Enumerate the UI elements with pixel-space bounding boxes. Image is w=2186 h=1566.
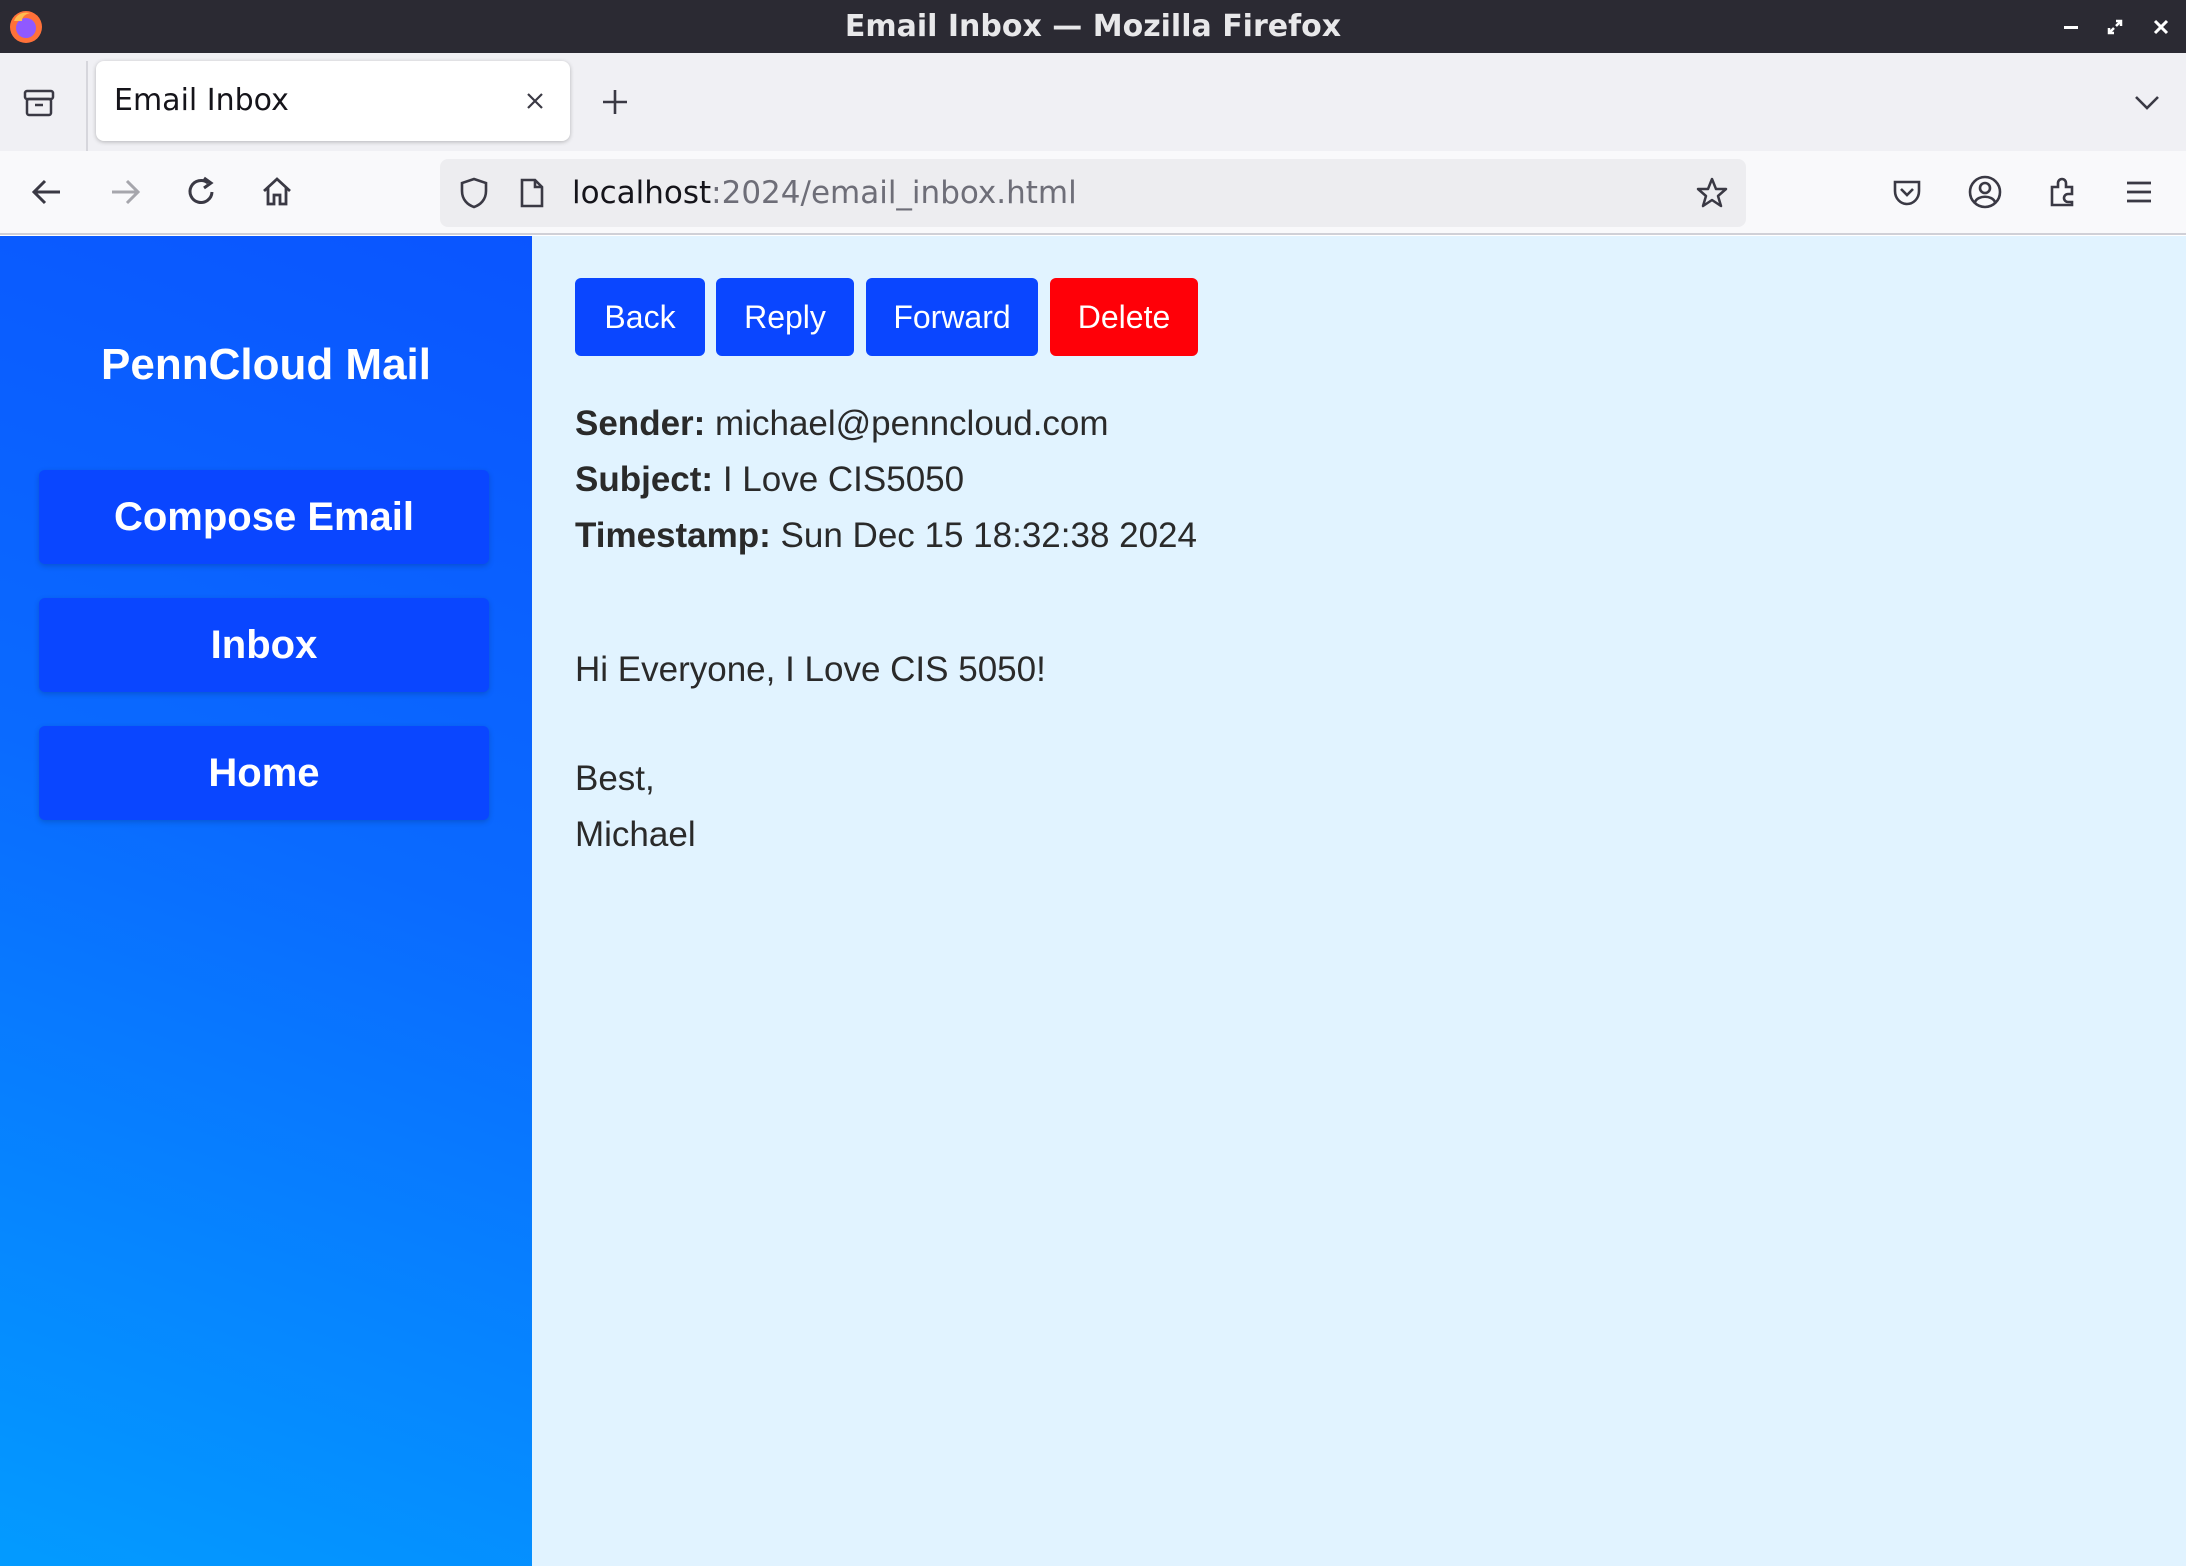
shield-icon[interactable] bbox=[454, 173, 494, 213]
sender-value: michael@penncloud.com bbox=[715, 404, 1109, 443]
compose-email-button[interactable]: Compose Email bbox=[39, 470, 489, 564]
delete-button[interactable]: Delete bbox=[1050, 278, 1198, 356]
new-tab-icon[interactable] bbox=[592, 79, 638, 125]
tab-close-icon[interactable] bbox=[518, 84, 552, 118]
email-body-line: Michael bbox=[575, 815, 696, 854]
url-bar[interactable]: localhost:2024/email_inbox.html bbox=[440, 159, 1746, 227]
url-text[interactable]: localhost:2024/email_inbox.html bbox=[572, 159, 1077, 227]
email-body-line: Hi Everyone, I Love CIS 5050! bbox=[575, 650, 1046, 689]
tab-title: Email Inbox bbox=[114, 83, 289, 118]
account-icon[interactable] bbox=[1960, 167, 2010, 217]
page-content: PennCloud Mail Compose Email Inbox Home … bbox=[0, 236, 2186, 1566]
reply-button[interactable]: Reply bbox=[716, 278, 854, 356]
email-body-line: Best, bbox=[575, 759, 655, 798]
chevron-down-icon[interactable] bbox=[2124, 79, 2170, 125]
nav-toolbar: localhost:2024/email_inbox.html bbox=[0, 151, 2186, 235]
reload-icon[interactable] bbox=[176, 167, 226, 217]
timestamp-value: Sun Dec 15 18:32:38 2024 bbox=[780, 516, 1197, 555]
sender-label: Sender: bbox=[575, 404, 706, 443]
pocket-icon[interactable] bbox=[1882, 167, 1932, 217]
subject-label: Subject: bbox=[575, 460, 714, 499]
back-button[interactable]: Back bbox=[575, 278, 705, 356]
forward-arrow-icon[interactable] bbox=[100, 167, 150, 217]
tab-email-inbox[interactable]: Email Inbox bbox=[96, 61, 570, 141]
url-host: localhost bbox=[572, 175, 712, 211]
email-view: Back Reply Forward Delete Sender: michae… bbox=[532, 236, 2186, 1566]
minimize-icon[interactable] bbox=[2056, 12, 2086, 42]
home-button[interactable]: Home bbox=[39, 726, 489, 820]
window-title: Email Inbox — Mozilla Firefox bbox=[844, 9, 1342, 44]
forward-button[interactable]: Forward bbox=[866, 278, 1038, 356]
extensions-icon[interactable] bbox=[2038, 167, 2088, 217]
url-path: :2024/email_inbox.html bbox=[711, 175, 1077, 211]
back-arrow-icon[interactable] bbox=[22, 167, 72, 217]
tab-strip: Email Inbox bbox=[0, 53, 2186, 153]
email-subject: Subject: I Love CIS5050 bbox=[575, 460, 964, 500]
timestamp-label: Timestamp: bbox=[575, 516, 771, 555]
restore-icon[interactable] bbox=[2100, 12, 2130, 42]
sidebar: PennCloud Mail Compose Email Inbox Home bbox=[0, 236, 532, 1566]
email-timestamp: Timestamp: Sun Dec 15 18:32:38 2024 bbox=[575, 516, 1197, 556]
window-titlebar: Email Inbox — Mozilla Firefox bbox=[0, 0, 2186, 53]
email-sender: Sender: michael@penncloud.com bbox=[575, 404, 1109, 444]
menu-icon[interactable] bbox=[2114, 167, 2164, 217]
app-brand: PennCloud Mail bbox=[101, 340, 431, 389]
close-icon[interactable] bbox=[2146, 12, 2176, 42]
home-icon[interactable] bbox=[252, 167, 302, 217]
page-icon[interactable] bbox=[514, 173, 550, 213]
subject-value: I Love CIS5050 bbox=[722, 460, 965, 499]
inbox-button[interactable]: Inbox bbox=[39, 598, 489, 692]
bookmark-star-icon[interactable] bbox=[1692, 173, 1732, 213]
tab-separator bbox=[86, 61, 88, 153]
tab-list-icon[interactable] bbox=[16, 79, 62, 125]
